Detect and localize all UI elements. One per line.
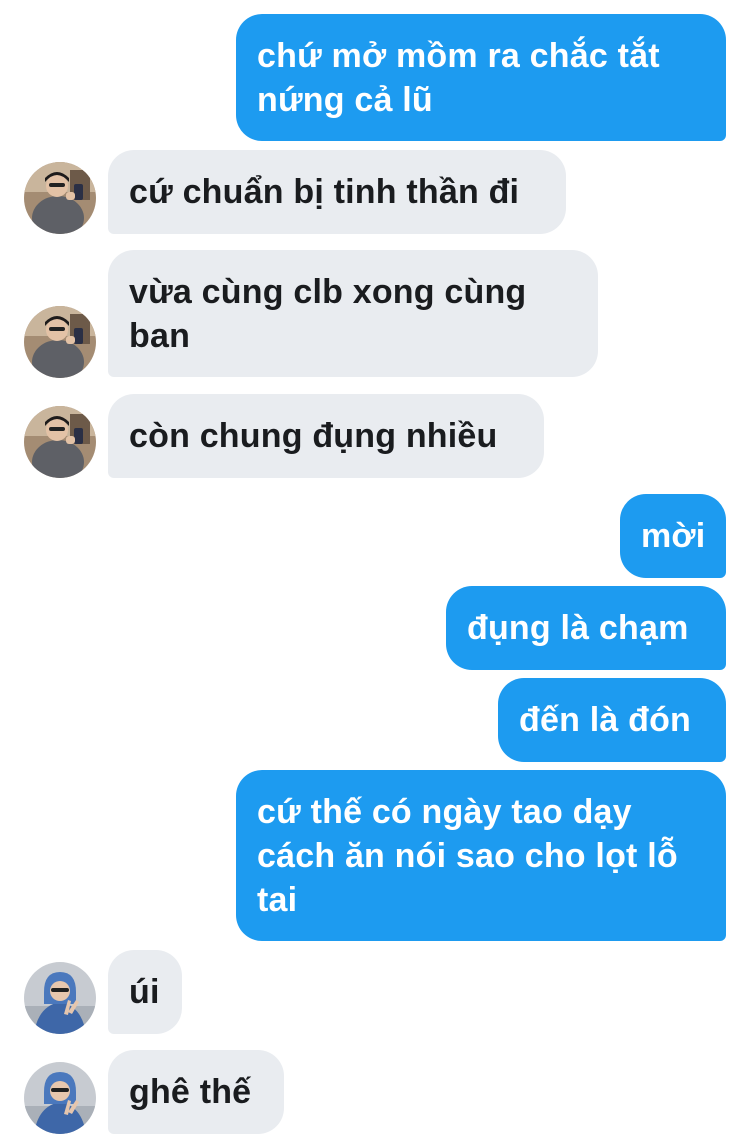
message-text-line: cách ăn nói sao cho lọt lỗ <box>257 837 678 875</box>
incoming-message-bubble[interactable]: cứ chuẩn bị tinh thần đi <box>108 150 566 234</box>
avatar[interactable] <box>24 1062 96 1134</box>
message-text-line: mời <box>641 517 706 555</box>
outgoing-message-bubble[interactable]: cứ thế có ngày tao dạy cách ăn nói sao c… <box>236 770 726 941</box>
incoming-message-bubble[interactable]: vừa cùng clb xong cùng ban <box>108 250 598 377</box>
message-text-line: cứ chuẩn bị tinh thần đi <box>129 173 520 211</box>
profile-photo-gray-jacket-icon <box>24 162 96 234</box>
outgoing-message-bubble[interactable]: mời <box>620 494 726 578</box>
message-text-line: tai <box>257 881 298 919</box>
outgoing-message-bubble[interactable]: đến là đón <box>498 678 726 762</box>
avatar[interactable] <box>24 962 96 1034</box>
incoming-message-bubble[interactable]: còn chung đụng nhiều <box>108 394 544 478</box>
message-text-line: đụng là chạm <box>467 609 689 647</box>
profile-photo-blue-hoodie-icon <box>24 1062 96 1134</box>
message-thread: chứ mở mồm ra chắc tắt nứng cả lũ cứ chu… <box>0 0 750 1137</box>
message-text-line: đến là đón <box>519 701 691 739</box>
message-text-line: nứng cả lũ <box>257 81 433 119</box>
profile-photo-blue-hoodie-icon <box>24 962 96 1034</box>
avatar[interactable] <box>24 306 96 378</box>
outgoing-message-bubble[interactable]: chứ mở mồm ra chắc tắt nứng cả lũ <box>236 14 726 141</box>
message-text-line: chứ mở mồm ra chắc tắt <box>257 37 660 75</box>
profile-photo-gray-jacket-icon <box>24 406 96 478</box>
message-text-line: ban <box>129 317 191 355</box>
profile-photo-gray-jacket-icon <box>24 306 96 378</box>
avatar[interactable] <box>24 162 96 234</box>
message-text-line: vừa cùng clb xong cùng <box>129 273 527 311</box>
incoming-message-bubble[interactable]: ghê thế <box>108 1050 284 1134</box>
message-text-line: úi <box>129 973 160 1011</box>
message-text-line: cứ thế có ngày tao dạy <box>257 793 632 831</box>
outgoing-message-bubble[interactable]: đụng là chạm <box>446 586 726 670</box>
incoming-message-bubble[interactable]: úi <box>108 950 182 1034</box>
message-text-line: ghê thế <box>129 1073 252 1111</box>
avatar[interactable] <box>24 406 96 478</box>
message-text-line: còn chung đụng nhiều <box>129 417 498 455</box>
